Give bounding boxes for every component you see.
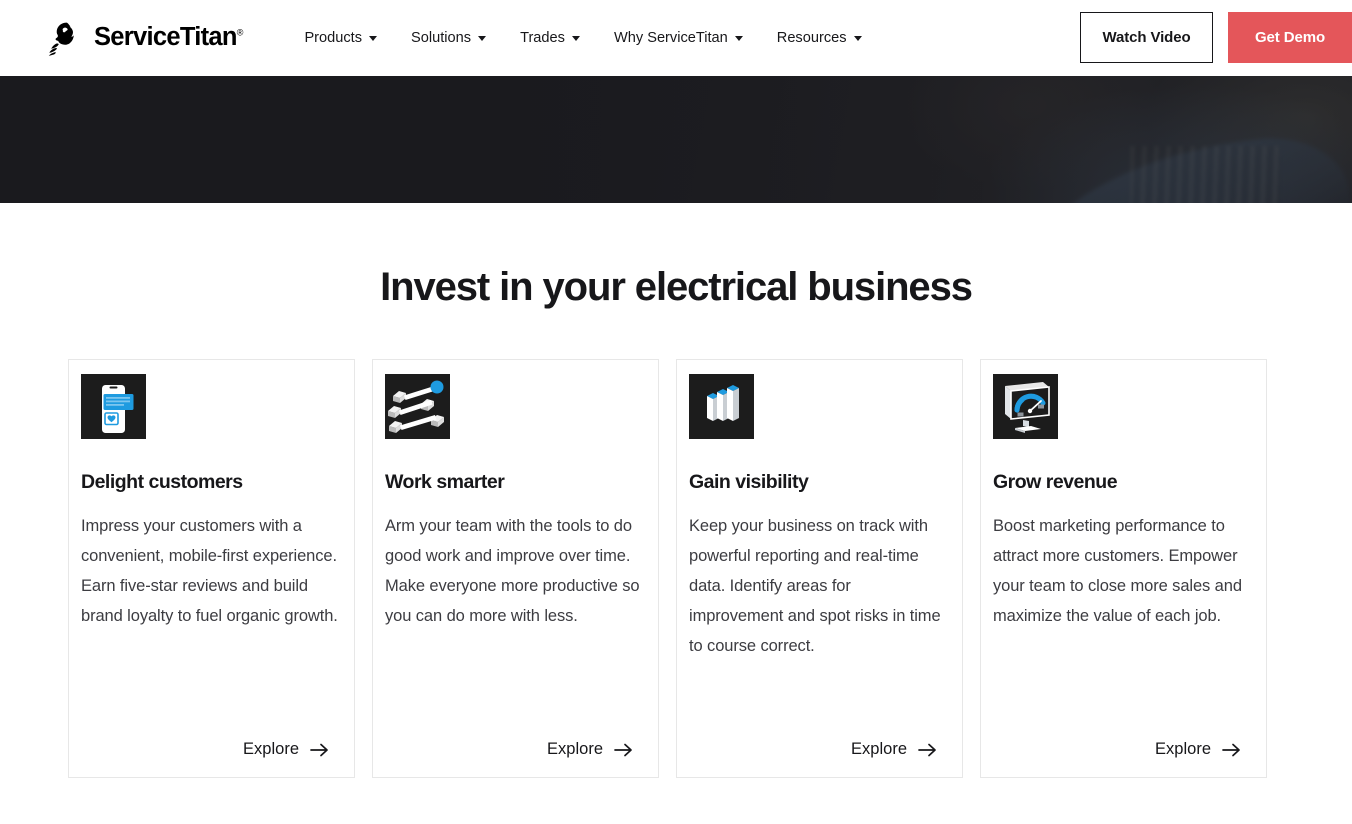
brand-name: ServiceTitan®	[94, 23, 244, 51]
explore-label: Explore	[243, 740, 299, 758]
card-description: Boost marketing performance to attract m…	[993, 517, 1242, 626]
card-title: Work smarter	[385, 471, 505, 493]
page-title: Invest in your electrical business	[380, 265, 973, 309]
hero-banner	[0, 76, 1352, 203]
explore-label: Explore	[851, 740, 907, 758]
header-actions: Watch Video Get Demo	[1080, 0, 1352, 75]
bar-chart-3d-icon	[689, 374, 754, 439]
feature-card-work-smarter[interactable]: Work smarter Arm your team with the tool…	[372, 359, 659, 778]
main-content: Invest in your electrical business Delig…	[0, 203, 1352, 778]
watch-video-button[interactable]: Watch Video	[1080, 12, 1213, 63]
nav-label: Why ServiceTitan	[613, 29, 728, 46]
site-header: ServiceTitan® Products Solutions Trades …	[0, 0, 1352, 76]
registered-mark: ®	[236, 27, 244, 38]
arrow-right-icon	[310, 743, 329, 757]
explore-label: Explore	[547, 740, 603, 758]
card-title: Delight customers	[81, 471, 243, 493]
nav-item-solutions[interactable]: Solutions	[394, 22, 503, 54]
nav-label: Solutions	[411, 29, 472, 46]
explore-label: Explore	[1155, 740, 1211, 758]
arrow-right-icon	[614, 743, 633, 757]
arrow-right-icon	[918, 743, 937, 757]
card-description: Arm your team with the tools to do good …	[385, 517, 640, 626]
arrow-right-icon	[1222, 743, 1241, 757]
nav-item-resources[interactable]: Resources	[760, 22, 879, 54]
chevron-down-icon	[853, 36, 862, 41]
chevron-down-icon	[369, 36, 378, 41]
chevron-down-icon	[734, 36, 743, 41]
nav-label: Products	[304, 29, 363, 46]
main-navigation: Products Solutions Trades Why ServiceTit…	[287, 22, 878, 54]
monitor-gauge-icon	[993, 374, 1058, 439]
explore-link[interactable]: Explore	[547, 716, 644, 759]
card-title: Gain visibility	[689, 471, 809, 493]
network-nodes-icon	[385, 374, 450, 439]
feature-card-delight-customers[interactable]: Delight customers Impress your customers…	[68, 359, 355, 778]
get-demo-button[interactable]: Get Demo	[1228, 12, 1352, 63]
explore-link[interactable]: Explore	[1155, 716, 1252, 759]
chevron-down-icon	[478, 36, 487, 41]
explore-link[interactable]: Explore	[243, 716, 340, 759]
nav-item-products[interactable]: Products	[287, 22, 394, 54]
chevron-down-icon	[571, 36, 580, 41]
feature-cards-row: Delight customers Impress your customers…	[0, 359, 1352, 778]
card-title: Grow revenue	[993, 471, 1118, 493]
nav-item-why-servicetitan[interactable]: Why ServiceTitan	[597, 22, 760, 54]
explore-link[interactable]: Explore	[851, 716, 948, 759]
feature-card-gain-visibility[interactable]: Gain visibility Keep your business on tr…	[676, 359, 963, 778]
card-description: Keep your business on track with powerfu…	[689, 517, 941, 656]
hero-overlay	[0, 76, 1352, 203]
card-description: Impress your customers with a convenient…	[81, 517, 338, 626]
feature-card-grow-revenue[interactable]: Grow revenue Boost marketing performance…	[980, 359, 1267, 778]
nav-label: Trades	[520, 29, 565, 46]
nav-label: Resources	[776, 29, 847, 46]
mobile-chat-heart-icon	[81, 374, 146, 439]
titan-head-logo-icon	[47, 19, 85, 57]
nav-item-trades[interactable]: Trades	[503, 22, 597, 54]
brand-logo-link[interactable]: ServiceTitan®	[47, 19, 243, 57]
